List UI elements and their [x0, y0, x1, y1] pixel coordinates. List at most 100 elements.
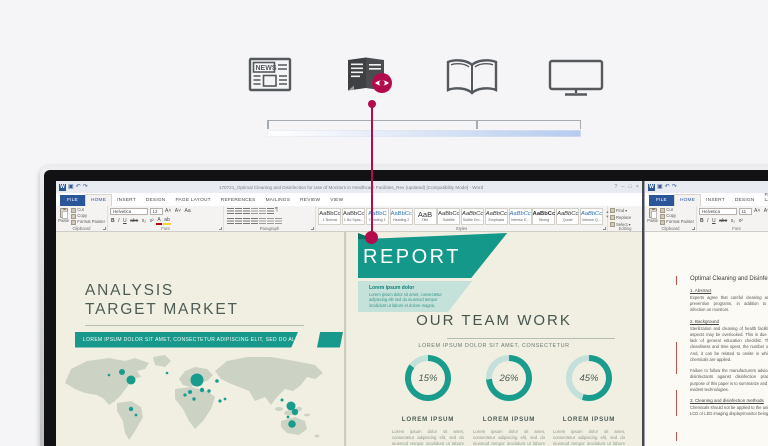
mode-slider-bar[interactable] [267, 130, 581, 137]
font-family-select[interactable]: Helvetica [110, 208, 148, 215]
font-size-select[interactable]: 12 [150, 208, 163, 215]
increase-indent-icon[interactable] [259, 208, 266, 214]
close-button[interactable]: × [636, 184, 639, 190]
style-heading2[interactable]: AaBbCcHeading 2 [390, 208, 413, 225]
shrink-font-icon[interactable]: A˅ [763, 207, 768, 215]
number-list-icon[interactable] [235, 208, 242, 214]
align-center-icon[interactable] [235, 218, 242, 224]
tab-references[interactable]: REFERENCES [216, 195, 261, 206]
shrink-font-icon[interactable]: A˅ [174, 207, 182, 215]
reader-mode-icon[interactable] [344, 54, 394, 98]
style-emphasis[interactable]: AaBbCcEmphasis [485, 208, 508, 225]
undo-icon[interactable]: ↶ [665, 184, 670, 191]
style-heading1[interactable]: AaBbCHeading 1 [366, 208, 389, 225]
tab-insert[interactable]: INSERT [701, 195, 730, 206]
replace-button[interactable]: Replace [610, 215, 640, 221]
teamwork-subtitle: LOREM IPSUM DOLOR SIT AMET, CONSECTETUR [346, 343, 642, 349]
style-normal[interactable]: AaBbCc1 Normal [318, 208, 341, 225]
font-size-select[interactable]: 11 [739, 208, 752, 215]
report-callout: Lorem ipsum dolor Lorem ipsum dolor sit … [358, 281, 472, 312]
undo-icon[interactable]: ↶ [76, 184, 81, 191]
underline-button[interactable]: U [711, 217, 717, 225]
ribbon-tabs: FILE HOME INSERT DESIGN PAGE LAYOUT REFE… [56, 193, 642, 206]
styles-launcher-icon[interactable] [603, 227, 606, 230]
stat-body: Lorem ipsum dolor sit amet, consectetur … [473, 429, 545, 446]
paste-button[interactable]: Paste [647, 207, 658, 224]
tab-design[interactable]: DESIGN [141, 195, 171, 206]
grow-font-icon[interactable]: A˄ [164, 207, 172, 215]
tab-page-layout[interactable]: PAGE LAYOUT [759, 190, 768, 206]
mode-slider-scale[interactable] [267, 120, 581, 128]
tab-insert[interactable]: INSERT [112, 195, 141, 206]
style-subtle-emphasis[interactable]: AaBbCcSubtle Em... [461, 208, 484, 225]
find-icon [610, 208, 615, 213]
subscript-button[interactable]: x₂ [141, 217, 147, 225]
strikethrough-button[interactable]: abc [718, 217, 728, 225]
shading-icon[interactable] [267, 218, 274, 224]
underline-button[interactable]: U [122, 217, 128, 225]
grow-font-icon[interactable]: A˄ [753, 207, 761, 215]
save-icon[interactable]: ▣ [657, 184, 663, 191]
italic-button[interactable]: I [117, 217, 120, 225]
font-family-select[interactable]: Helvetica [699, 208, 737, 215]
style-intense-quote[interactable]: AaBbCcIntense Q... [580, 208, 603, 225]
quick-access-toolbar[interactable]: W ▣ ↶ ↷ [59, 184, 88, 191]
italic-button[interactable]: I [706, 217, 709, 225]
find-button[interactable]: Find▾ [610, 208, 640, 214]
style-intense-emphasis[interactable]: AaBbCcIntense E... [509, 208, 532, 225]
bold-button[interactable]: B [699, 217, 705, 225]
tab-review[interactable]: REVIEW [295, 195, 325, 206]
font-color-button[interactable]: A [156, 217, 161, 225]
justify-icon[interactable] [251, 218, 258, 224]
tab-file[interactable]: FILE [649, 195, 674, 206]
tab-file[interactable]: FILE [60, 195, 85, 206]
style-no-spacing[interactable]: AaBbCc1 No Spac... [342, 208, 365, 225]
multilevel-list-icon[interactable] [243, 208, 250, 214]
highlight-button[interactable]: ab [163, 217, 171, 225]
bold-button[interactable]: B [110, 217, 116, 225]
tab-view[interactable]: VIEW [325, 195, 348, 206]
style-subtitle[interactable]: AaBbCcSubtitle [437, 208, 460, 225]
align-right-icon[interactable] [243, 218, 250, 224]
section-body: Chemicals should not be applied to the u… [690, 405, 768, 417]
redo-icon[interactable]: ↷ [672, 184, 677, 191]
title-bar[interactable]: W ▣ ↶ ↷ [645, 181, 768, 193]
line-spacing-icon[interactable] [259, 218, 266, 224]
font-launcher-icon[interactable] [219, 227, 222, 230]
paste-button[interactable]: Paste [58, 207, 69, 224]
style-title[interactable]: AaBTitle [414, 208, 437, 225]
style-quote[interactable]: AaBbCcQuote [556, 208, 579, 225]
align-left-icon[interactable] [227, 218, 234, 224]
tab-home[interactable]: HOME [674, 194, 701, 206]
clipboard-launcher-icon[interactable] [692, 227, 695, 230]
clipboard-launcher-icon[interactable] [103, 227, 106, 230]
tab-home[interactable]: HOME [85, 194, 112, 206]
decrease-indent-icon[interactable] [251, 208, 258, 214]
change-case-icon[interactable]: Aa [184, 207, 192, 215]
subscript-button[interactable]: x₂ [730, 217, 736, 225]
monitor-mode-icon[interactable] [548, 59, 604, 97]
minimize-button[interactable]: – [621, 184, 624, 190]
open-book-mode-icon[interactable] [444, 57, 500, 97]
save-icon[interactable]: ▣ [68, 184, 74, 191]
show-marks-icon[interactable]: ¶ [275, 207, 278, 215]
superscript-button[interactable]: x² [149, 217, 155, 225]
title-bar[interactable]: W ▣ ↶ ↷ 170721_Optimal Cleaning and Disi… [56, 181, 642, 193]
superscript-button[interactable]: x² [738, 217, 744, 225]
quick-access-toolbar[interactable]: W ▣ ↶ ↷ [648, 184, 677, 191]
sort-icon[interactable] [267, 208, 274, 214]
format-painter-button[interactable]: Format Painter [71, 219, 105, 225]
tab-page-layout[interactable]: PAGE LAYOUT [170, 195, 215, 206]
maximize-button[interactable]: □ [628, 184, 631, 190]
paragraph-launcher-icon[interactable] [311, 227, 314, 230]
tab-mailings[interactable]: MAILINGS [261, 195, 296, 206]
tab-design[interactable]: DESIGN [730, 195, 760, 206]
bullet-list-icon[interactable] [227, 208, 234, 214]
news-mode-icon[interactable]: NEWS [246, 52, 294, 96]
strikethrough-button[interactable]: abc [129, 217, 139, 225]
format-painter-button[interactable]: Format Painter [660, 219, 694, 225]
help-button[interactable]: ? [614, 184, 617, 190]
style-strong[interactable]: AaBbCcStrong [532, 208, 555, 225]
borders-icon[interactable] [275, 218, 282, 224]
ribbon-tabs: FILE HOME INSERT DESIGN PAGE LAYOUT [645, 193, 768, 206]
